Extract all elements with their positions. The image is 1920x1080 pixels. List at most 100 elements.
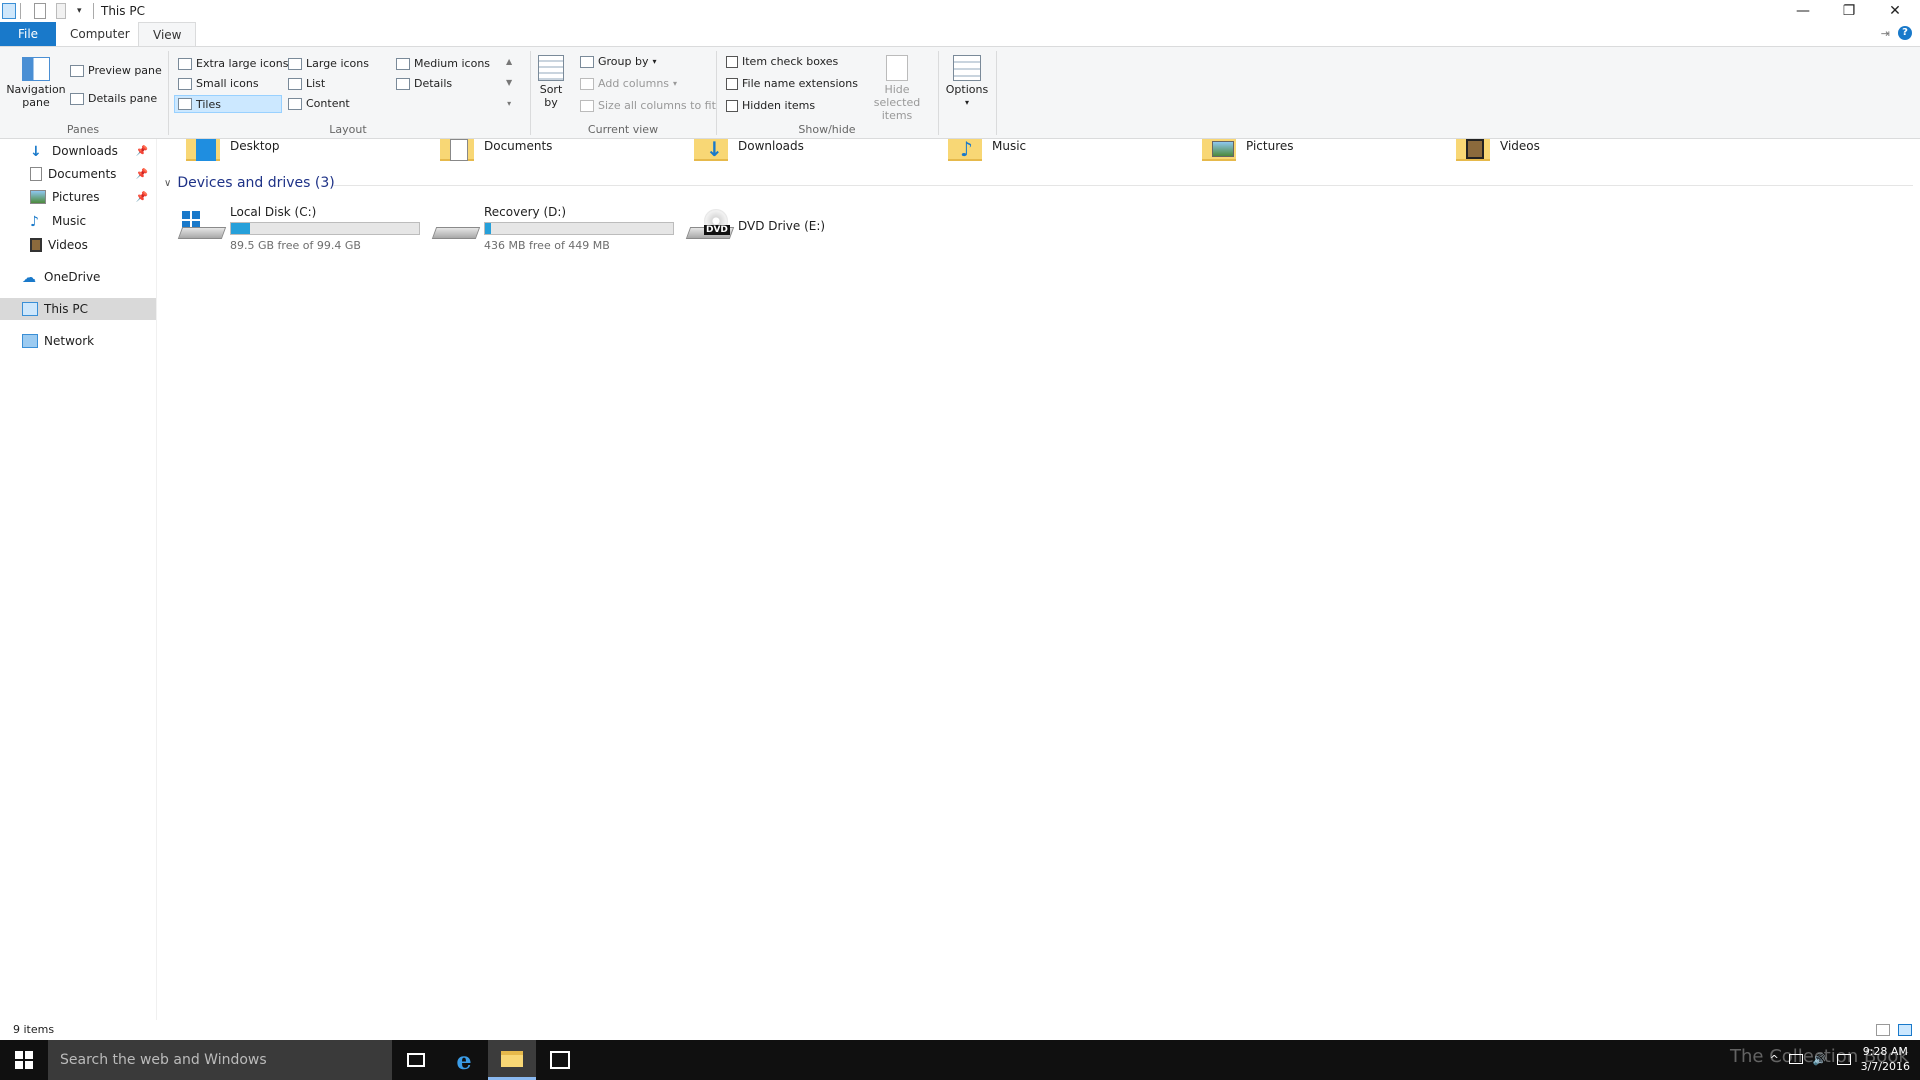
panes-group: Navigation pane Preview pane Details pan… xyxy=(0,47,166,138)
nav-item-documents[interactable]: Documents 📌 xyxy=(0,163,156,185)
edge-button[interactable]: e xyxy=(440,1040,488,1080)
folder-documents[interactable]: Documents xyxy=(438,139,552,163)
folder-desktop[interactable]: Desktop xyxy=(184,139,280,163)
group-label: Panes xyxy=(66,123,100,136)
pin-icon[interactable]: 📌 xyxy=(136,146,148,157)
pin-icon[interactable]: 📌 xyxy=(136,192,148,203)
divider xyxy=(996,51,997,135)
folder-pictures[interactable]: Pictures xyxy=(1200,139,1294,163)
drive-c[interactable]: Local Disk (C:) 89.5 GB free of 99.4 GB xyxy=(177,203,430,252)
taskbar: Search the web and Windows e The Collect… xyxy=(0,1040,1920,1080)
details-icon xyxy=(396,77,410,90)
devices-and-drives-header[interactable]: ∨ Devices and drives (3) xyxy=(164,175,335,191)
properties-icon[interactable] xyxy=(34,3,46,19)
sort-icon xyxy=(538,55,564,81)
checkbox[interactable] xyxy=(726,55,738,68)
volume-icon[interactable]: 🔊 xyxy=(1813,1053,1827,1066)
chevron-down-icon[interactable]: ▼ xyxy=(506,78,512,87)
chevron-up-icon[interactable]: ^ xyxy=(1770,1053,1779,1066)
pin-ribbon-icon[interactable]: ⇥ xyxy=(1881,27,1890,40)
details-pane-icon xyxy=(70,92,84,105)
layout-scroll[interactable]: ▲ ▼ ▾ xyxy=(506,57,512,108)
list-option[interactable]: List xyxy=(288,77,325,90)
show-hide-group: Item check boxes File name extensions Hi… xyxy=(718,47,936,138)
details-pane-button[interactable]: Details pane xyxy=(70,92,157,105)
navigation-pane-button[interactable]: Navigation pane xyxy=(6,57,66,109)
task-view-button[interactable] xyxy=(392,1040,440,1080)
add-columns-icon xyxy=(580,77,594,90)
extra-large-icons-option[interactable]: Extra large icons xyxy=(178,57,288,70)
nav-item-music[interactable]: ♪ Music xyxy=(0,210,156,232)
size-all-columns-button[interactable]: Size all columns to fit xyxy=(580,99,716,112)
tab-file[interactable]: File xyxy=(0,22,56,46)
cloud-icon: ☁ xyxy=(22,270,36,286)
nav-item-network[interactable]: Network xyxy=(0,330,156,352)
ribbon: Navigation pane Preview pane Details pan… xyxy=(0,46,1920,139)
document-icon xyxy=(30,167,42,181)
preview-pane-icon xyxy=(70,64,84,77)
pin-icon[interactable]: 📌 xyxy=(136,169,148,180)
chevron-up-icon[interactable]: ▲ xyxy=(506,57,512,66)
item-check-boxes-toggle[interactable]: Item check boxes xyxy=(726,55,838,68)
tab-computer[interactable]: Computer xyxy=(56,22,144,46)
options-button[interactable]: Options ▾ xyxy=(942,55,992,107)
store-button[interactable] xyxy=(536,1040,584,1080)
nav-item-videos[interactable]: Videos xyxy=(0,234,156,256)
minimize-button[interactable]: — xyxy=(1780,0,1826,22)
folder-videos[interactable]: Videos xyxy=(1454,139,1540,163)
nav-item-pictures[interactable]: Pictures 📌 xyxy=(0,186,156,208)
computer-icon[interactable] xyxy=(2,3,16,19)
restore-button[interactable]: ❐ xyxy=(1826,0,1872,22)
chevron-down-icon[interactable]: ▾ xyxy=(77,6,82,22)
preview-pane-button[interactable]: Preview pane xyxy=(70,64,162,77)
hard-drive-icon xyxy=(431,211,481,243)
tiles-option[interactable]: Tiles xyxy=(174,95,282,113)
details-view-icon[interactable] xyxy=(1876,1024,1890,1036)
chevron-down-icon[interactable]: ∨ xyxy=(164,178,171,189)
folder-icon xyxy=(1200,139,1240,163)
computer-icon xyxy=(22,302,38,316)
details-option[interactable]: Details xyxy=(396,77,452,90)
tab-view[interactable]: View xyxy=(138,22,197,46)
checkbox[interactable] xyxy=(726,99,738,112)
checkbox[interactable] xyxy=(726,77,738,90)
options-icon xyxy=(953,55,981,81)
medium-icons-option[interactable]: Medium icons xyxy=(396,57,490,70)
content-icon xyxy=(288,97,302,110)
small-icons-option[interactable]: Small icons xyxy=(178,77,259,90)
start-button[interactable] xyxy=(0,1040,48,1080)
folder-icon xyxy=(184,139,224,163)
folder-icon xyxy=(438,139,478,163)
hide-selected-items-button[interactable]: Hide selected items xyxy=(860,55,934,122)
large-icons-option[interactable]: Large icons xyxy=(288,57,369,70)
nav-item-onedrive[interactable]: ☁ OneDrive xyxy=(0,266,156,288)
folder-music[interactable]: ♪ Music xyxy=(946,137,1026,163)
search-box[interactable]: Search the web and Windows xyxy=(48,1040,392,1080)
nav-item-this-pc[interactable]: This PC xyxy=(0,298,156,320)
expand-gallery-icon[interactable]: ▾ xyxy=(507,99,511,108)
hard-drive-icon xyxy=(177,211,227,243)
download-arrow-icon: ↓ xyxy=(30,144,42,160)
divider xyxy=(530,51,531,135)
large-icons-view-icon[interactable] xyxy=(1898,1024,1912,1036)
network-icon[interactable] xyxy=(1788,1054,1803,1064)
new-folder-icon[interactable] xyxy=(56,3,66,19)
layout-group: Extra large icons Large icons Medium ico… xyxy=(170,47,526,138)
notifications-icon[interactable] xyxy=(1836,1053,1851,1065)
clock[interactable]: 9:28 AM 3/7/2016 xyxy=(1861,1044,1910,1074)
file-explorer-button[interactable] xyxy=(488,1040,536,1080)
sort-by-button[interactable]: Sort by xyxy=(538,55,564,109)
folder-downloads[interactable]: ↓ Downloads xyxy=(692,137,804,163)
file-name-extensions-toggle[interactable]: File name extensions xyxy=(726,77,858,90)
group-by-button[interactable]: Group by ▾ xyxy=(580,55,657,68)
close-button[interactable]: ✕ xyxy=(1872,0,1918,22)
hidden-items-toggle[interactable]: Hidden items xyxy=(726,99,815,112)
content-option[interactable]: Content xyxy=(288,97,350,110)
nav-item-downloads[interactable]: ↓ Downloads 📌 xyxy=(0,140,156,162)
add-columns-button[interactable]: Add columns ▾ xyxy=(580,77,677,90)
drive-e[interactable]: DVD DVD Drive (E:) xyxy=(685,203,868,251)
windows-logo-icon xyxy=(15,1051,33,1069)
help-icon[interactable]: ? xyxy=(1898,26,1912,40)
drive-d[interactable]: Recovery (D:) 436 MB free of 449 MB xyxy=(431,203,684,252)
status-bar: 9 items xyxy=(0,1020,1920,1040)
